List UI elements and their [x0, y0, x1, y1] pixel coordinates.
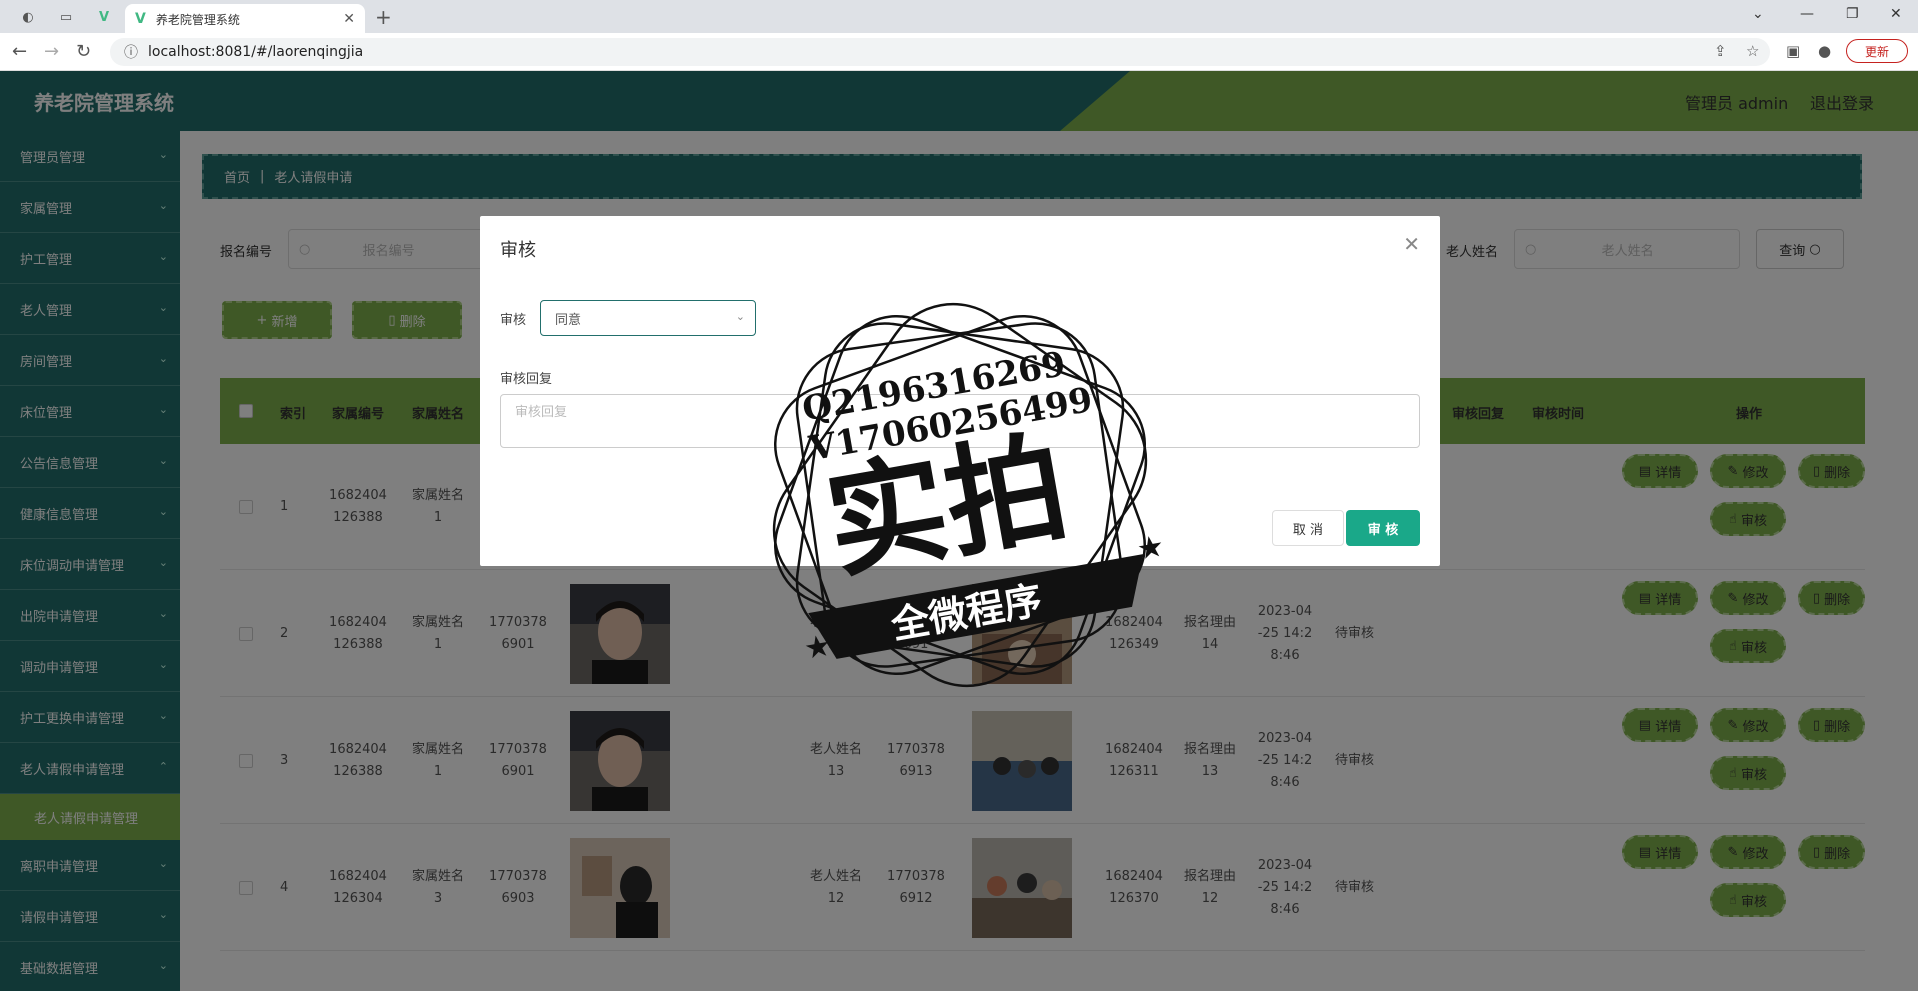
- review-select-value: 同意: [555, 312, 582, 328]
- vue-favicon-icon: V: [135, 11, 146, 27]
- pinned-tab[interactable]: ▭: [52, 4, 80, 30]
- vue-tab-icon[interactable]: V: [90, 4, 118, 30]
- close-tab-icon[interactable]: ✕: [343, 11, 355, 27]
- bookmark-star-icon[interactable]: ☆: [1746, 42, 1759, 60]
- browser-tab-bar: ◐ ▭ V V 养老院管理系统 ✕ + ⌄ — ❐ ✕: [0, 0, 1918, 34]
- reply-placeholder: 审核回复: [515, 405, 568, 420]
- update-button[interactable]: 更新: [1846, 39, 1908, 63]
- url-text: localhost:8081/#/laorenqingjia: [148, 44, 364, 60]
- tab-title: 养老院管理系统: [155, 12, 240, 27]
- reload-icon[interactable]: ↻: [76, 41, 91, 62]
- active-tab[interactable]: V 养老院管理系统 ✕: [125, 4, 365, 34]
- pinned-tab[interactable]: ◐: [14, 4, 42, 30]
- close-window-icon[interactable]: ✕: [1890, 6, 1902, 22]
- info-icon[interactable]: ⓘ: [124, 42, 138, 62]
- url-field[interactable]: ⓘ localhost:8081/#/laorenqingjia: [110, 38, 1770, 66]
- watermark-stamp: Q2196316269 V17060256499 实拍 全微程序 ★ ★: [772, 302, 1167, 688]
- review-field-label: 审核: [500, 313, 527, 328]
- restore-icon[interactable]: ❐: [1846, 6, 1859, 22]
- address-bar: ← → ↻ ⓘ localhost:8081/#/laorenqingjia ⇪…: [0, 33, 1918, 71]
- tab-search-icon[interactable]: ⌄: [1752, 6, 1764, 22]
- new-tab-icon[interactable]: +: [375, 5, 392, 29]
- dialog-title: 审核: [500, 240, 536, 261]
- profile-icon[interactable]: ●: [1818, 42, 1831, 60]
- share-icon[interactable]: ⇪: [1714, 42, 1727, 60]
- close-icon[interactable]: ✕: [1403, 232, 1420, 256]
- forward-icon[interactable]: →: [44, 41, 59, 62]
- cancel-button[interactable]: 取 消: [1272, 510, 1344, 546]
- back-icon[interactable]: ←: [12, 41, 27, 62]
- star-icon: ★: [1134, 529, 1167, 568]
- reply-label: 审核回复: [500, 372, 553, 387]
- confirm-review-button[interactable]: 审 核: [1346, 510, 1420, 546]
- side-panel-icon[interactable]: ▣: [1786, 42, 1800, 60]
- minimize-icon[interactable]: —: [1800, 6, 1814, 22]
